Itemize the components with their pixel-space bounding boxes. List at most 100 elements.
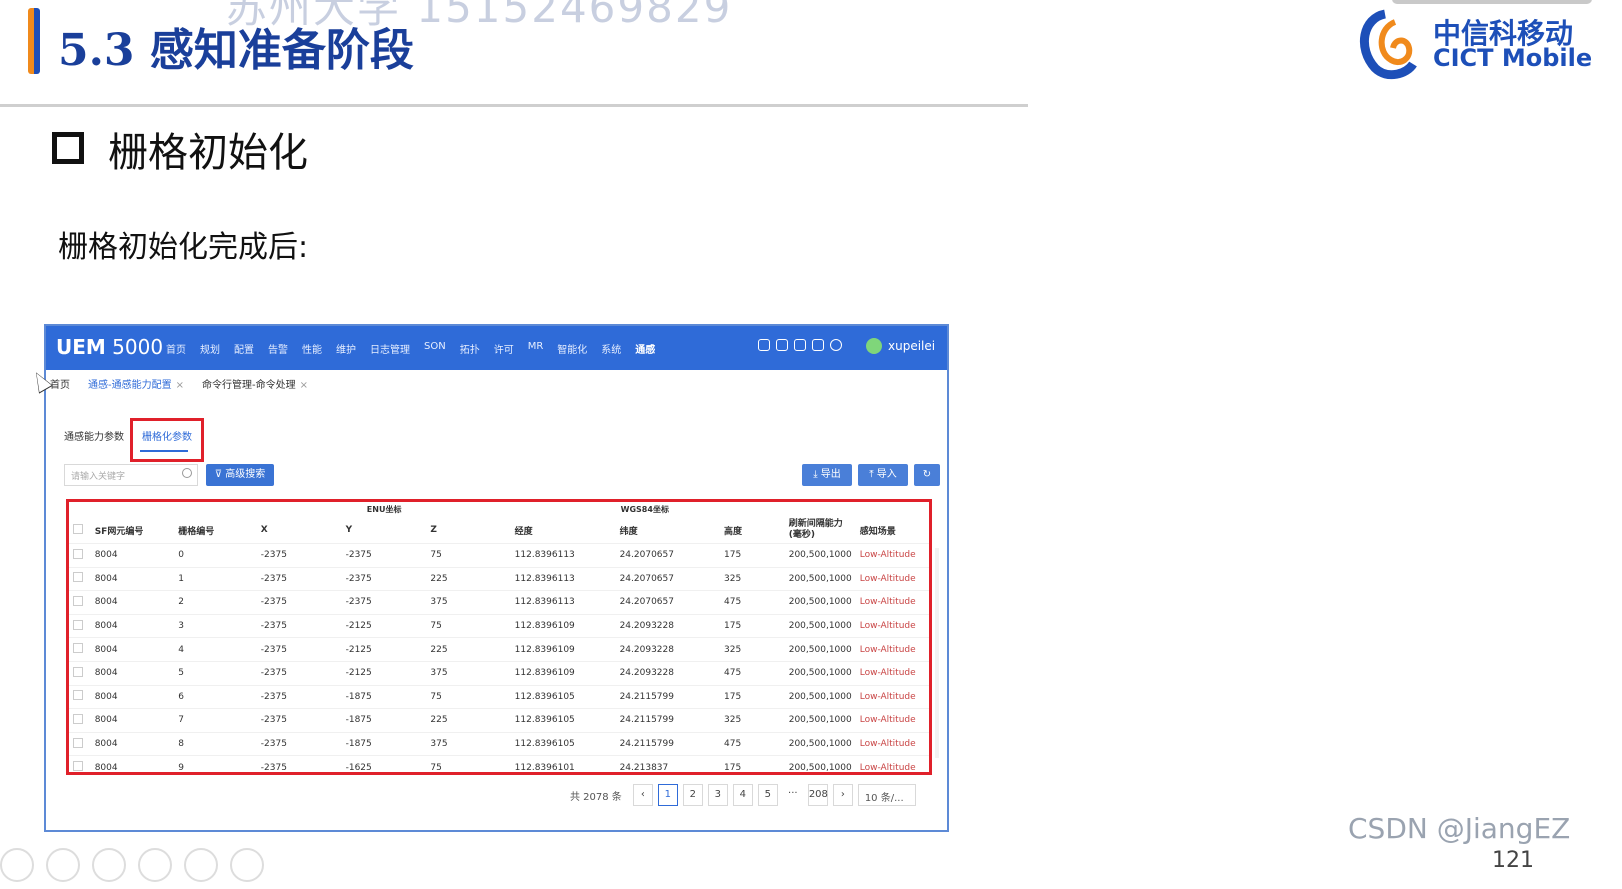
export-button[interactable]: ⤓ 导出 xyxy=(802,464,852,486)
notification-icon[interactable] xyxy=(776,339,788,351)
group-header-enu: ENU坐标 xyxy=(366,505,402,514)
page-ellipsis[interactable]: ··· xyxy=(783,784,803,806)
col-header-latitude[interactable]: 纬度 xyxy=(616,517,720,544)
pen-icon[interactable] xyxy=(92,848,126,882)
table-row[interactable]: 8004 7 -2375 -1875 225 112.8396105 24.2115799 3… xyxy=(69,708,929,733)
col-header-longitude[interactable]: 经度 xyxy=(511,517,616,544)
breadcrumb-isac-config[interactable]: 通感-通感能力配置 × xyxy=(88,376,184,391)
prev-slide-icon[interactable] xyxy=(0,848,34,882)
nav-item-home[interactable]: 首页 xyxy=(166,341,186,356)
col-header-y[interactable]: Y xyxy=(342,517,427,544)
tab-isac-params[interactable]: 通感能力参数 xyxy=(64,428,124,443)
table-cell: 200,500,1000 xyxy=(784,637,856,662)
table-cell: 325 xyxy=(720,637,785,662)
search-input[interactable]: 请输入关键字 xyxy=(64,464,198,486)
nav-item-performance[interactable]: 性能 xyxy=(302,341,322,356)
table-cell: 9 xyxy=(174,755,257,779)
select-all-checkbox[interactable] xyxy=(73,523,83,534)
table-row[interactable]: 8004 2 -2375 -2375 375 112.8396113 24.2070657 4… xyxy=(69,590,929,615)
row-checkbox[interactable] xyxy=(73,572,83,583)
app-logo[interactable]: UEM 5000 xyxy=(56,335,163,359)
document-icon[interactable] xyxy=(812,339,824,351)
col-header-grid-id[interactable]: 栅格编号 xyxy=(174,517,257,544)
table-row[interactable]: 8004 0 -2375 -2375 75 112.8396113 24.2070657 17… xyxy=(69,543,929,568)
nav-item-intelligent[interactable]: 智能化 xyxy=(557,341,587,356)
row-checkbox[interactable] xyxy=(73,713,83,724)
mail-icon[interactable] xyxy=(758,339,770,351)
nav-item-isac[interactable]: 通感 xyxy=(635,341,655,356)
page-size-select[interactable]: 10 条/... xyxy=(857,784,916,806)
advanced-search-button[interactable]: ⊽ 高级搜索 xyxy=(206,464,274,486)
table-cell: 3 xyxy=(174,613,257,638)
row-checkbox[interactable] xyxy=(73,737,83,748)
zoom-icon[interactable] xyxy=(184,848,218,882)
table-row[interactable]: 8004 1 -2375 -2375 225 112.8396113 24.2070657 3… xyxy=(69,566,929,591)
help-icon[interactable] xyxy=(830,339,842,351)
next-page-button[interactable]: › xyxy=(832,784,853,806)
more-options-icon[interactable] xyxy=(230,848,264,882)
table-cell: 8004 xyxy=(90,684,175,709)
page-button[interactable]: 1 xyxy=(657,784,678,806)
table-cell: Low-Altitude xyxy=(855,566,929,591)
col-header-x[interactable]: X xyxy=(257,517,342,544)
nav-item-system[interactable]: 系统 xyxy=(601,341,621,356)
nav-item-logs[interactable]: 日志管理 xyxy=(370,341,410,356)
table-cell: 225 xyxy=(426,637,511,662)
table-row[interactable]: 8004 4 -2375 -2125 225 112.8396109 24.2093228 3… xyxy=(69,637,929,662)
table-cell: -2125 xyxy=(341,613,427,638)
row-checkbox[interactable] xyxy=(73,690,83,701)
last-page-button[interactable]: 208 xyxy=(807,784,828,806)
row-checkbox[interactable] xyxy=(73,548,83,559)
nav-item-config[interactable]: 配置 xyxy=(234,341,254,356)
nav-item-maintenance[interactable]: 维护 xyxy=(336,341,356,356)
row-checkbox[interactable] xyxy=(73,761,83,772)
table-cell: 175 xyxy=(720,613,785,638)
table-cell: -2375 xyxy=(341,590,427,615)
breadcrumb-command[interactable]: 命令行管理-命令处理 × xyxy=(202,376,308,391)
breadcrumb-home[interactable]: 首页 xyxy=(50,376,70,391)
col-header-refresh[interactable]: 刷新间隔能力(毫秒) xyxy=(785,517,856,544)
nav-item-plan[interactable]: 规划 xyxy=(200,341,220,356)
table-cell: 6 xyxy=(174,684,257,709)
close-icon[interactable]: × xyxy=(176,380,184,391)
table-cell: -2375 xyxy=(256,613,342,638)
search-icon[interactable] xyxy=(182,468,192,478)
table-cell: 200,500,1000 xyxy=(784,660,856,686)
col-header-scene[interactable]: 感知场景 xyxy=(856,517,929,544)
row-checkbox[interactable] xyxy=(73,666,83,677)
page-button[interactable]: 2 xyxy=(682,784,703,806)
nav-item-topology[interactable]: 拓扑 xyxy=(460,341,480,356)
import-button[interactable]: ⤒ 导入 xyxy=(858,464,908,486)
table-cell: 24.2093228 xyxy=(615,637,721,662)
table-cell: 200,500,1000 xyxy=(784,708,856,733)
nav-item-license[interactable]: 许可 xyxy=(494,341,514,356)
nav-item-son[interactable]: SON xyxy=(424,341,446,356)
slide-toolbar xyxy=(0,848,264,882)
username[interactable]: xupeilei xyxy=(888,339,935,353)
download-icon[interactable] xyxy=(794,339,806,351)
refresh-button[interactable]: ↻ xyxy=(914,464,940,486)
nav-item-alarm[interactable]: 告警 xyxy=(268,341,288,356)
col-header-sf-id[interactable]: SF网元编号 xyxy=(91,517,175,544)
nav-item-mr[interactable]: MR xyxy=(528,341,544,356)
row-checkbox[interactable] xyxy=(73,595,83,606)
table-row[interactable]: 8004 5 -2375 -2125 375 112.8396109 24.2093228 4… xyxy=(69,660,929,686)
prev-page-button[interactable]: ‹ xyxy=(632,784,653,806)
avatar[interactable] xyxy=(866,338,882,354)
window-handle xyxy=(1392,0,1592,4)
row-checkbox[interactable] xyxy=(73,643,83,654)
grid-view-icon[interactable] xyxy=(138,848,172,882)
next-slide-icon[interactable] xyxy=(46,848,80,882)
close-icon[interactable]: × xyxy=(300,380,308,391)
table-row[interactable]: 8004 8 -2375 -1875 375 112.8396105 24.2115799 4… xyxy=(69,731,929,756)
row-checkbox[interactable] xyxy=(73,619,83,630)
table-row[interactable]: 8004 3 -2375 -2125 75 112.8396109 24.2093228 17… xyxy=(69,613,929,638)
table-scrollbar[interactable] xyxy=(935,548,939,758)
page-button[interactable]: 5 xyxy=(757,784,778,806)
table-row[interactable]: 8004 9 -2375 -1625 75 112.8396101 24.213837 175… xyxy=(69,755,929,779)
page-button[interactable]: 3 xyxy=(707,784,728,806)
col-header-z[interactable]: Z xyxy=(426,517,510,544)
page-button[interactable]: 4 xyxy=(732,784,753,806)
table-row[interactable]: 8004 6 -2375 -1875 75 112.8396105 24.2115799 17… xyxy=(69,684,929,709)
col-header-altitude[interactable]: 高度 xyxy=(720,517,785,544)
